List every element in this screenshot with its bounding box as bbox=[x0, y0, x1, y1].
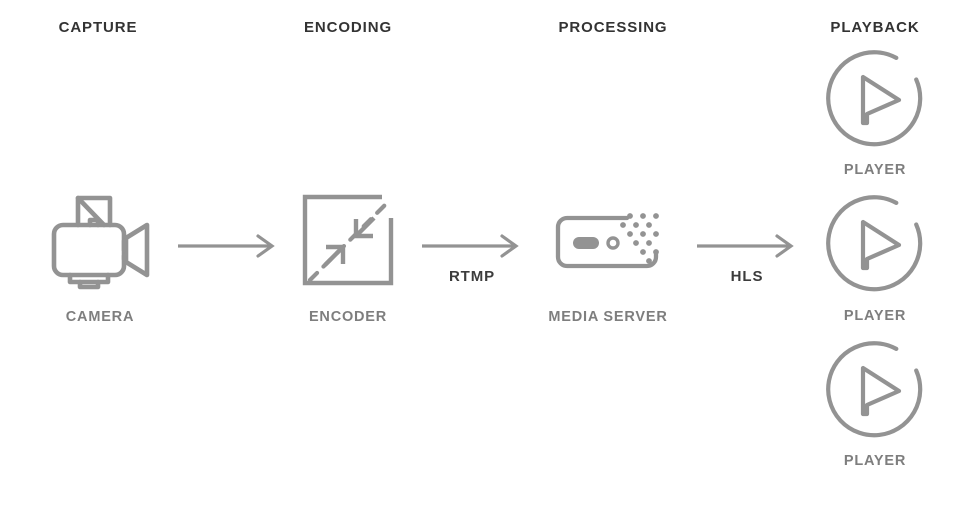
column-header-encoding: ENCODING bbox=[303, 19, 393, 36]
column-header-capture: CAPTURE bbox=[58, 19, 138, 36]
play-circle-icon bbox=[823, 339, 927, 443]
media-server-icon bbox=[555, 211, 661, 273]
play-circle-icon bbox=[823, 48, 927, 152]
play-circle-icon bbox=[823, 193, 927, 297]
compress-arrows-icon bbox=[300, 192, 396, 288]
video-camera-icon bbox=[48, 192, 152, 290]
column-header-processing: PROCESSING bbox=[558, 19, 668, 36]
edge-label-hls: HLS bbox=[730, 268, 764, 285]
arrow-encoder-to-media-server bbox=[422, 234, 522, 258]
node-label-camera: CAMERA bbox=[65, 309, 135, 325]
column-header-playback: PLAYBACK bbox=[830, 19, 920, 36]
arrow-media-server-to-player bbox=[697, 234, 797, 258]
node-label-player-2: PLAYER bbox=[843, 308, 907, 324]
node-label-player-3: PLAYER bbox=[843, 453, 907, 469]
diagram-canvas: CAPTURE ENCODING PROCESSING PLAYBACK CAM… bbox=[0, 0, 974, 516]
node-label-encoder: ENCODER bbox=[308, 309, 388, 325]
node-label-player-1: PLAYER bbox=[843, 162, 907, 178]
arrow-camera-to-encoder bbox=[178, 234, 278, 258]
edge-label-rtmp: RTMP bbox=[448, 268, 496, 285]
node-label-media-server: MEDIA SERVER bbox=[548, 309, 668, 325]
